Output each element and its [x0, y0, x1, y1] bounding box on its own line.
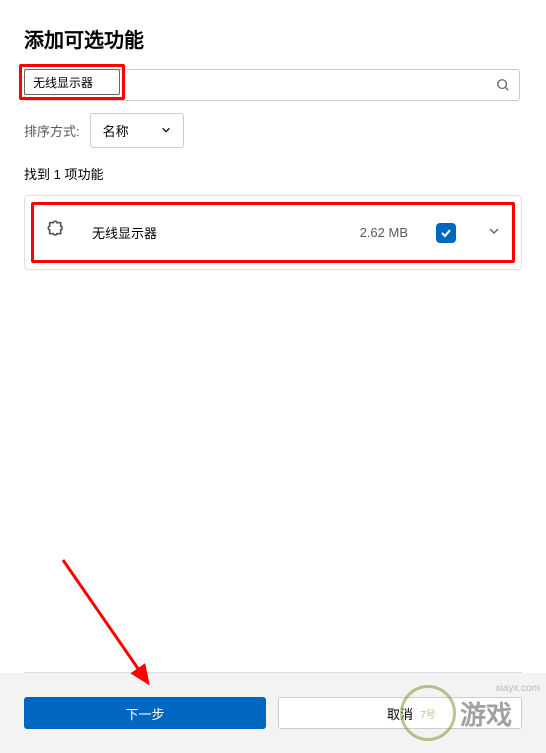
results-count: 找到 1 项功能	[0, 156, 546, 195]
feature-size: 2.62 MB	[360, 225, 408, 240]
chevron-down-icon[interactable]	[480, 224, 500, 242]
puzzle-icon	[46, 219, 68, 246]
list-item[interactable]: 无线显示器 2.62 MB	[36, 207, 510, 258]
sort-selected: 名称	[103, 121, 129, 140]
next-button[interactable]: 下一步	[24, 697, 266, 729]
sort-dropdown[interactable]: 名称	[90, 113, 184, 148]
search-input-highlighted[interactable]	[24, 69, 120, 95]
feature-name: 无线显示器	[92, 223, 336, 242]
search-icon[interactable]	[496, 78, 510, 92]
chevron-down-icon	[161, 123, 171, 138]
page-title: 添加可选功能	[24, 24, 522, 53]
results-list: 无线显示器 2.62 MB	[24, 195, 522, 270]
cancel-button[interactable]: 取消	[278, 697, 522, 729]
annotation-highlight-result: 无线显示器 2.62 MB	[31, 202, 515, 263]
feature-checkbox[interactable]	[436, 223, 456, 243]
sort-label: 排序方式:	[24, 121, 80, 140]
annotation-highlight-search	[19, 64, 125, 100]
footer: 下一步 取消	[0, 673, 546, 753]
